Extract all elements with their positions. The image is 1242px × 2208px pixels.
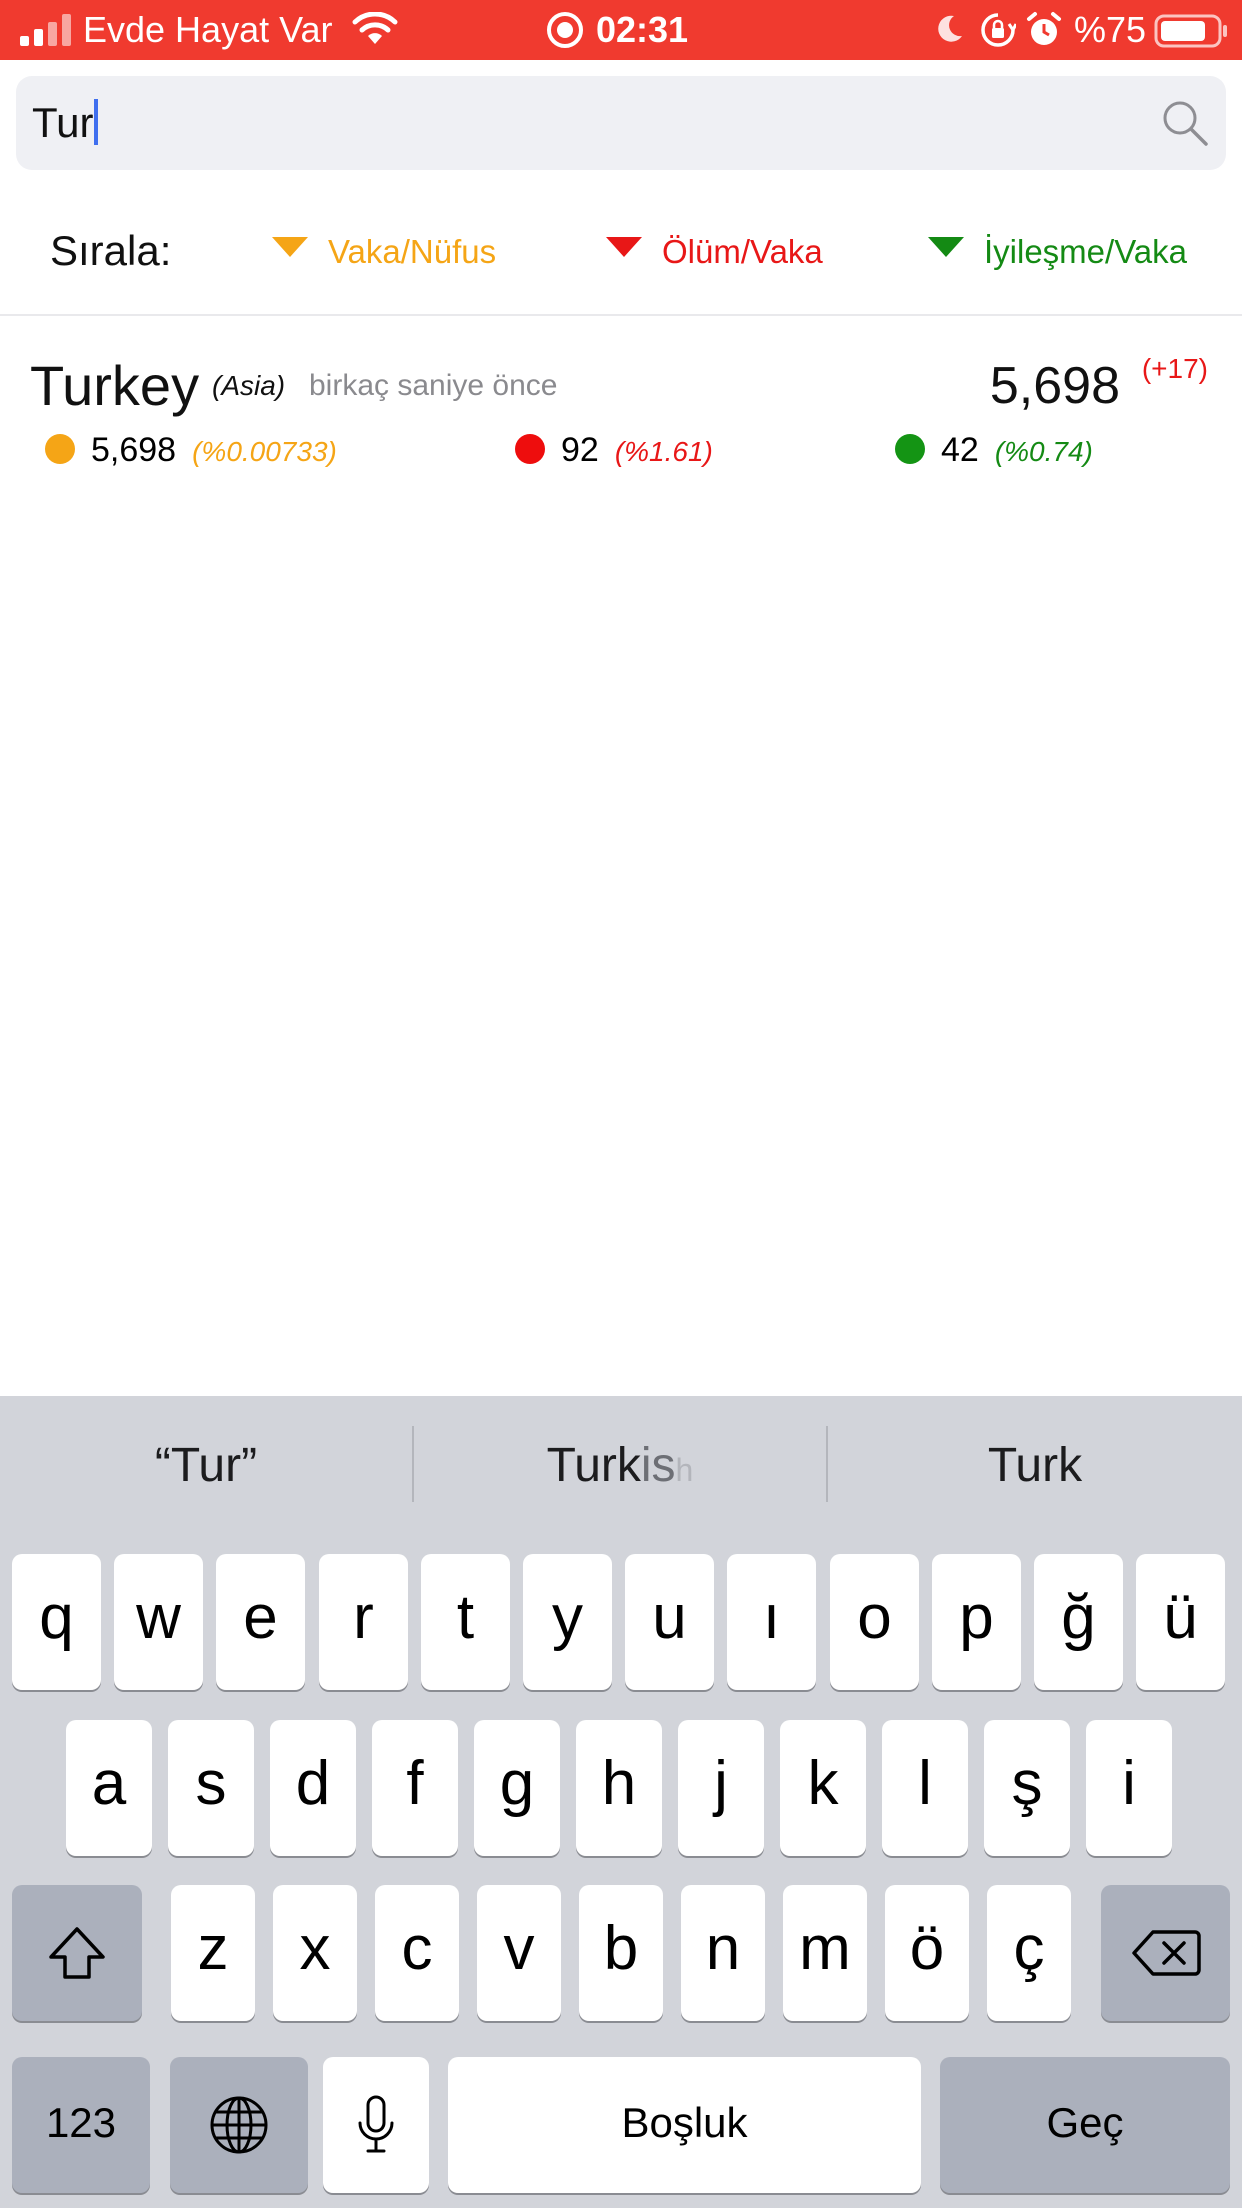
key-o[interactable]: o — [830, 1554, 919, 1690]
triangle-down-icon — [606, 237, 642, 257]
sort-bar: Sırala: Vaka/Nüfus Ölüm/Vaka İyileşme/Va… — [0, 200, 1242, 300]
key-ç[interactable]: ç — [987, 1885, 1071, 2021]
status-bar: Evde Hayat Var 02:31 %75 — [0, 0, 1242, 60]
carrier-name: Evde Hayat Var — [83, 9, 333, 50]
key-i[interactable]: i — [1086, 1720, 1172, 1856]
key-d[interactable]: d — [270, 1720, 356, 1856]
triangle-down-icon — [272, 237, 308, 257]
microphone-icon — [358, 2095, 394, 2153]
green-dot-icon — [895, 434, 925, 464]
keyboard: “Tur” Turkish Turk qwertyuıopğü asdfghjk… — [0, 1396, 1242, 2208]
sort-by-deaths-cases-button[interactable]: Ölüm/Vaka — [606, 230, 823, 274]
continent-label: (Asia) — [212, 370, 286, 401]
battery-percentage: %75 — [1074, 9, 1147, 50]
shift-icon — [49, 1927, 105, 1979]
suggestion-item[interactable]: “Tur” — [0, 1436, 412, 1496]
key-b[interactable]: b — [579, 1885, 663, 2021]
key-ü[interactable]: ü — [1136, 1554, 1225, 1690]
battery-icon — [1154, 14, 1227, 48]
key-ğ[interactable]: ğ — [1034, 1554, 1123, 1690]
rotation-lock-icon — [981, 13, 1016, 47]
key-u[interactable]: u — [625, 1554, 714, 1690]
return-key[interactable]: Geç — [940, 2057, 1230, 2193]
key-n[interactable]: n — [681, 1885, 765, 2021]
screen-record-icon — [547, 12, 583, 48]
updated-time: birkaç saniye önce — [309, 369, 558, 402]
key-ş[interactable]: ş — [984, 1720, 1070, 1856]
text-cursor — [94, 99, 99, 145]
recovered-stat: 42 (%0.74) — [895, 430, 1093, 470]
key-x[interactable]: x — [273, 1885, 357, 2021]
signal-icon — [20, 14, 71, 46]
moon-icon — [938, 15, 962, 42]
key-ı[interactable]: ı — [727, 1554, 816, 1690]
key-v[interactable]: v — [477, 1885, 561, 2021]
clock: 02:31 — [596, 9, 689, 50]
key-m[interactable]: m — [783, 1885, 867, 2021]
key-f[interactable]: f — [372, 1720, 458, 1856]
dictation-key[interactable] — [323, 2057, 429, 2193]
key-g[interactable]: g — [474, 1720, 560, 1856]
search-input[interactable]: Tur — [16, 76, 1226, 170]
key-q[interactable]: q — [12, 1554, 101, 1690]
sort-label: Sırala: — [50, 227, 172, 274]
wifi-icon — [352, 12, 398, 44]
country-name: Turkey — [30, 354, 200, 417]
shift-key[interactable] — [12, 1885, 142, 2021]
key-t[interactable]: t — [421, 1554, 510, 1690]
sort-by-cases-population-button[interactable]: Vaka/Nüfus — [272, 230, 496, 274]
globe-key[interactable] — [170, 2057, 308, 2193]
key-y[interactable]: y — [523, 1554, 612, 1690]
key-s[interactable]: s — [168, 1720, 254, 1856]
key-c[interactable]: c — [375, 1885, 459, 2021]
key-r[interactable]: r — [319, 1554, 408, 1690]
backspace-icon — [1131, 1930, 1201, 1976]
key-a[interactable]: a — [66, 1720, 152, 1856]
new-cases-delta: (+17) — [1141, 353, 1208, 384]
delete-key[interactable] — [1101, 1885, 1230, 2021]
key-z[interactable]: z — [171, 1885, 255, 2021]
search-icon[interactable] — [1160, 98, 1210, 148]
globe-icon — [210, 2096, 268, 2154]
suggestion-item[interactable]: Turk — [828, 1436, 1242, 1496]
numbers-key[interactable]: 123 — [12, 2057, 150, 2193]
key-j[interactable]: j — [678, 1720, 764, 1856]
orange-dot-icon — [45, 434, 75, 464]
key-e[interactable]: e — [216, 1554, 305, 1690]
key-p[interactable]: p — [932, 1554, 1021, 1690]
country-row[interactable]: Turkey (Asia) birkaç saniye önce 5,698 (… — [0, 330, 1242, 490]
key-k[interactable]: k — [780, 1720, 866, 1856]
divider — [0, 314, 1242, 316]
predictive-bar: “Tur” Turkish Turk — [0, 1396, 1242, 1546]
deaths-stat: 92 (%1.61) — [515, 430, 713, 470]
key-w[interactable]: w — [114, 1554, 203, 1690]
sort-by-recovered-cases-button[interactable]: İyileşme/Vaka — [928, 230, 1187, 274]
red-dot-icon — [515, 434, 545, 464]
total-cases: 5,698 — [989, 357, 1120, 415]
key-ö[interactable]: ö — [885, 1885, 969, 2021]
alarm-icon — [1027, 12, 1061, 45]
triangle-down-icon — [928, 237, 964, 257]
search-query[interactable]: Tur — [32, 98, 99, 148]
cases-stat: 5,698 (%0.00733) — [45, 430, 337, 470]
key-l[interactable]: l — [882, 1720, 968, 1856]
key-h[interactable]: h — [576, 1720, 662, 1856]
suggestion-item[interactable]: Turkish — [414, 1436, 826, 1496]
space-key[interactable]: Boşluk — [448, 2057, 921, 2193]
